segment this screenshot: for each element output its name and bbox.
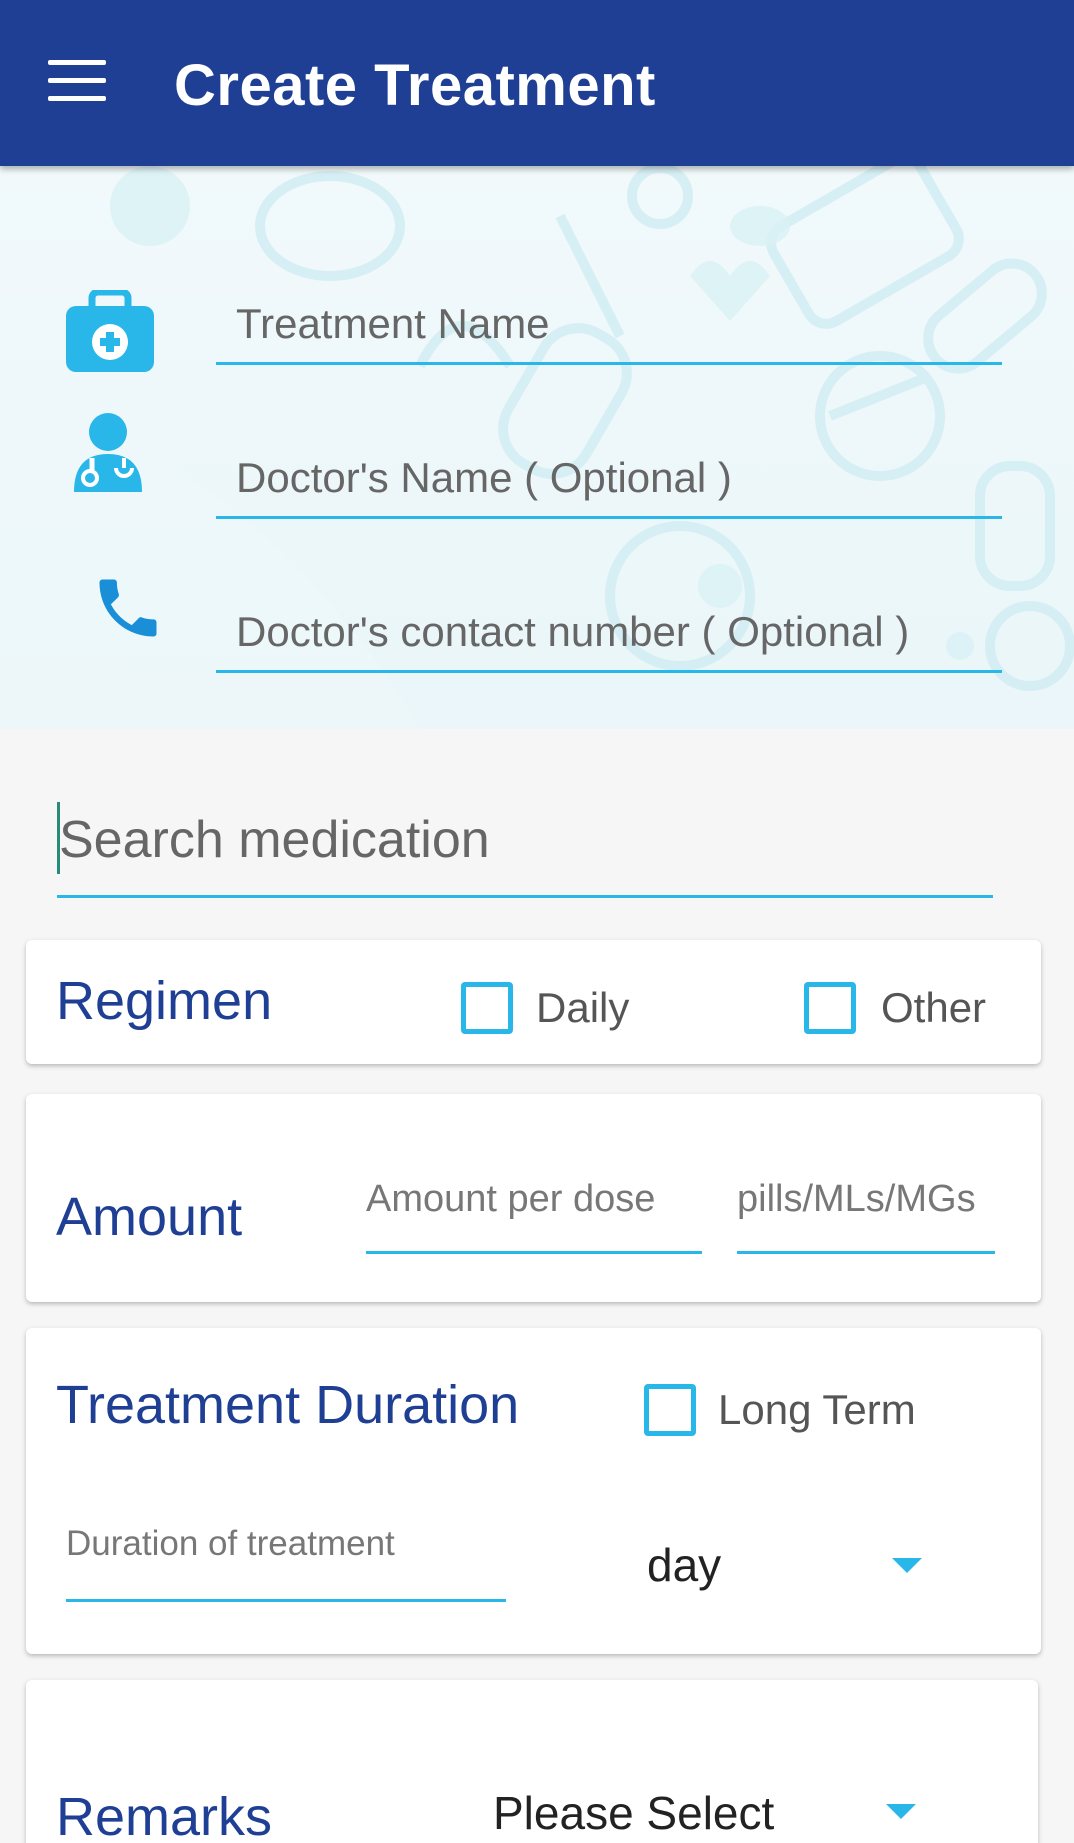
doctor-icon — [74, 413, 142, 492]
search-medication-input[interactable]: Search medication — [57, 800, 993, 898]
amount-card: Amount Amount per dose pills/MLs/MGs — [26, 1094, 1041, 1302]
treatment-duration-title: Treatment Duration — [56, 1375, 520, 1435]
treatment-header-section: Treatment Name Doctor's Name ( Optional … — [0, 166, 1074, 729]
regimen-title: Regimen — [56, 971, 273, 1031]
medical-kit-icon — [66, 290, 154, 372]
regimen-card: Regimen Daily Other — [26, 940, 1041, 1064]
other-checkbox[interactable] — [804, 982, 856, 1034]
other-label: Other — [881, 984, 987, 1031]
long-term-checkbox[interactable] — [644, 1384, 696, 1436]
chevron-down-icon — [886, 1804, 916, 1819]
hamburger-menu-icon[interactable] — [48, 60, 106, 102]
remarks-select-value: Please Select — [493, 1787, 775, 1839]
doctor-contact-input[interactable]: Doctor's contact number ( Optional ) — [216, 580, 1002, 673]
doctor-name-input[interactable]: Doctor's Name ( Optional ) — [216, 426, 1002, 519]
app-bar: Create Treatment — [0, 0, 1074, 166]
daily-checkbox[interactable] — [461, 982, 513, 1034]
duration-input[interactable]: Duration of treatment — [66, 1522, 506, 1602]
dose-unit-input[interactable]: pills/MLs/MGs — [737, 1174, 995, 1254]
remarks-title: Remarks — [56, 1787, 273, 1843]
phone-icon — [99, 579, 157, 637]
daily-label: Daily — [536, 984, 630, 1031]
amount-title: Amount — [56, 1187, 243, 1247]
treatment-duration-card: Treatment Duration Long Term Duration of… — [26, 1328, 1041, 1654]
treatment-name-input[interactable]: Treatment Name — [216, 272, 1002, 365]
page-title: Create Treatment — [174, 53, 656, 118]
chevron-down-icon — [892, 1558, 922, 1573]
duration-unit-value: day — [647, 1539, 722, 1591]
long-term-label: Long Term — [718, 1386, 916, 1433]
amount-per-dose-input[interactable]: Amount per dose — [366, 1174, 702, 1254]
remarks-card: Remarks Please Select — [26, 1680, 1038, 1843]
